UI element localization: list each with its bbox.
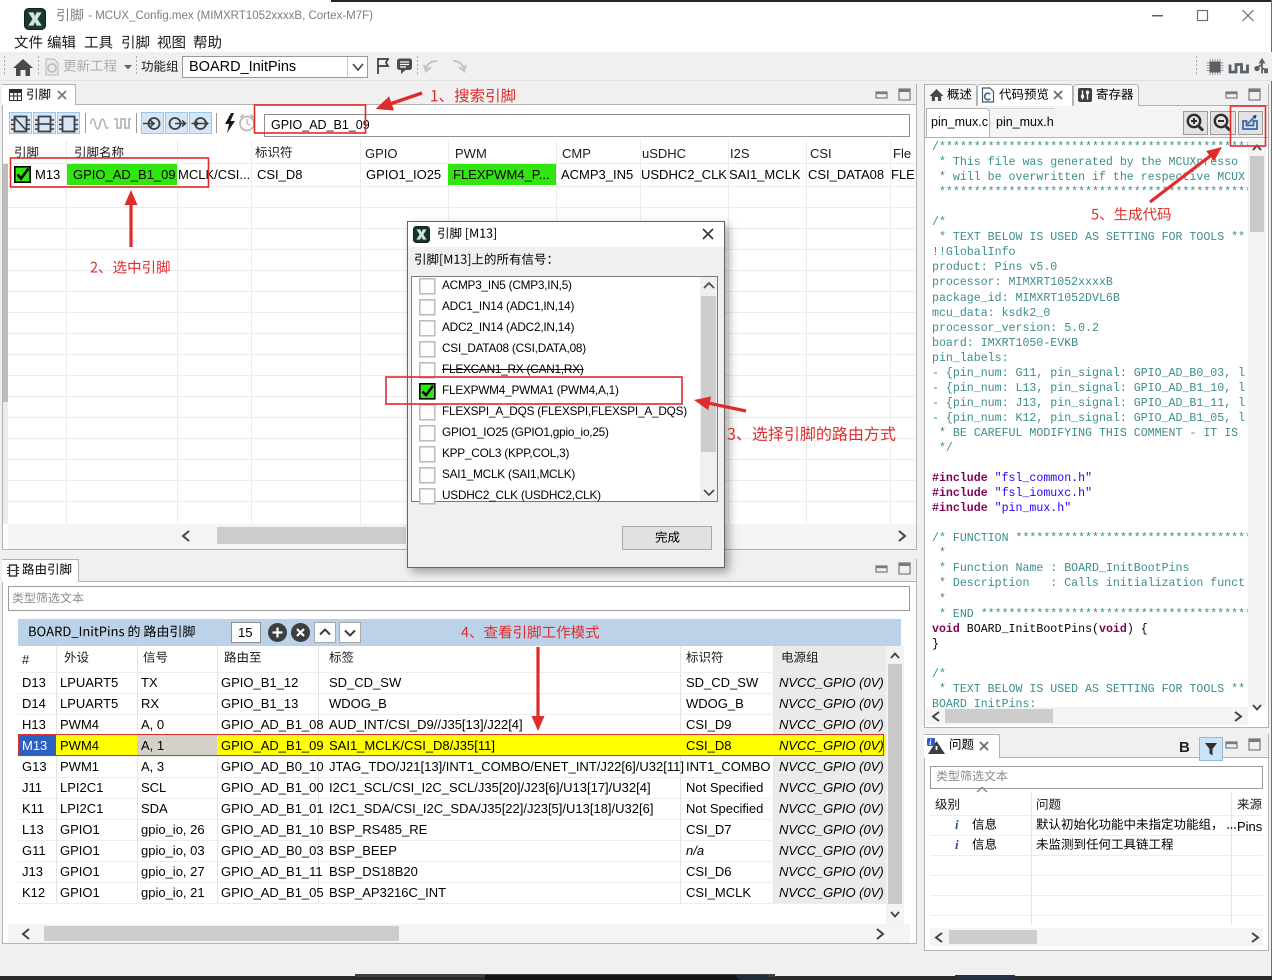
- svg-text:i: i: [955, 818, 959, 831]
- svg-text:i: i: [955, 838, 959, 851]
